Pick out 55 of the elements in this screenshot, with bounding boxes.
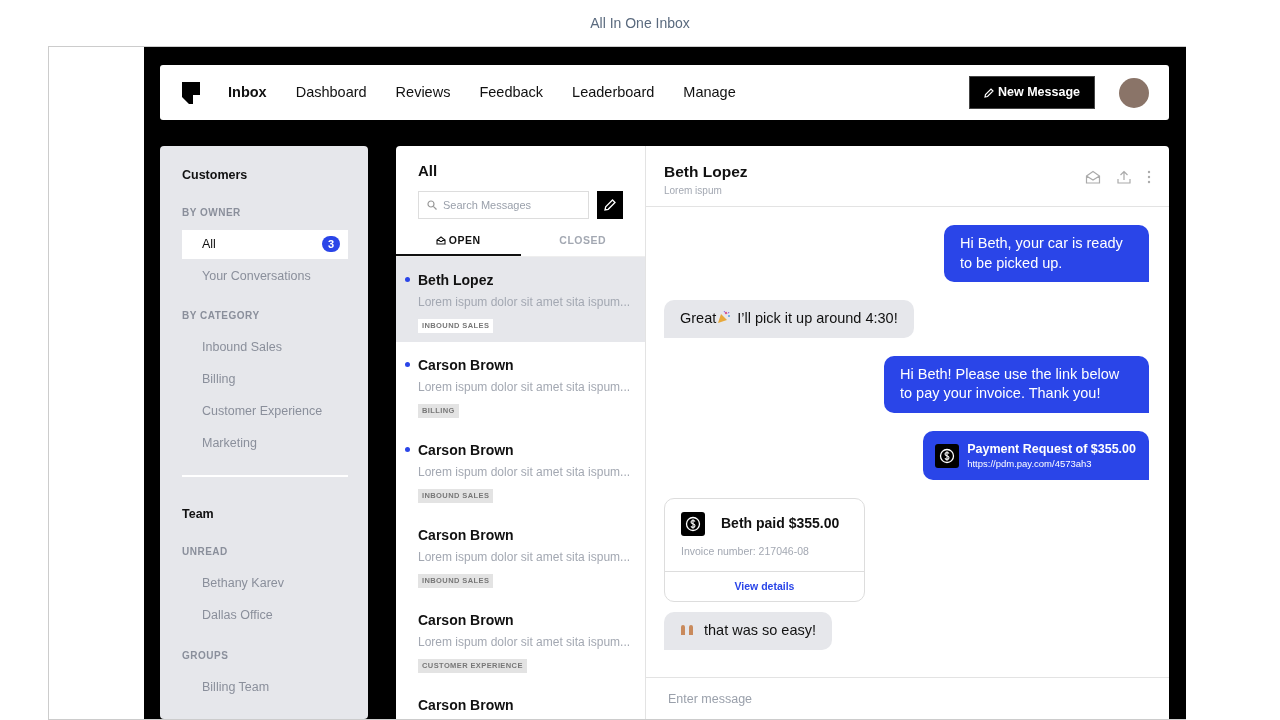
conversation-item[interactable]: Carson Brown [396,682,645,719]
nav-link[interactable]: Inbox [228,81,267,104]
message-preview: Lorem ispum dolor sit amet sita ispum... [418,294,631,312]
count-badge: 3 [321,235,340,253]
sidebar-item[interactable]: All 3 [182,229,348,259]
chat-bubble: that was so easy! [664,612,833,650]
contact-name: Carson Brown [418,611,515,631]
envelope-icon [1085,170,1101,184]
message-preview: Lorem ispum dolor sit amet sita ispum... [418,379,631,397]
view-details-link[interactable]: View details [665,571,864,601]
inbox-tray-icon [435,235,446,245]
chat-bubble: Hi Beth! Please use the link below to pay your invoice. Thank you! [884,355,1149,413]
nav-link[interactable]: Dashboard [295,81,367,104]
contact-name: Carson Brown [418,356,515,376]
pencil-icon [603,197,617,212]
group-heading: BY CATEGORY [182,309,261,324]
payment-link: https://pdm.pay.com/4573ah3 [967,457,1093,471]
nav-link[interactable]: Feedback [479,81,544,104]
group-heading: BY OWNER [182,205,242,220]
more-icon [1147,170,1151,184]
contact-name: Beth Lopez [418,271,495,291]
sidebar-item-label: All [202,235,216,253]
dollar-icon [935,443,960,468]
logo-icon [182,81,200,104]
group-heading: UNREAD [182,545,229,559]
receipt-title: Beth paid $355.00 [721,514,840,533]
search-field[interactable]: Search Messages [418,190,589,219]
payment-request-bubble[interactable]: Payment Request of $355.00 https://pdm.pay.com/4573ah3 [923,430,1149,480]
message-preview: Lorem ispum dolor sit amet sita ispum... [418,549,631,567]
contact-name: Beth Lopez [664,162,748,182]
contact-subtitle: Lorem ispum [664,184,723,199]
contact-name: Carson Brown [418,441,515,461]
message-preview: Lorem ispum dolor sit amet sita ispum... [418,634,631,652]
invoice-number: Invoice number: 217046-08 [681,543,810,559]
contact-name: Carson Brown [418,696,515,716]
new-message-button[interactable]: New Message [969,76,1095,109]
page-title: All In One Inbox [589,13,691,33]
contact-name: Carson Brown [418,526,515,546]
upload-icon [1117,170,1131,184]
nav-link[interactable]: Manage [683,81,736,104]
nav-link[interactable]: Leaderboard [572,81,655,104]
section-title: Team [182,506,215,524]
dollar-icon [681,511,705,536]
compose-button[interactable] [597,190,623,219]
pencil-icon [984,87,994,98]
nav-link[interactable]: Reviews [395,81,451,104]
payment-title: Payment Request of $355.00 [967,440,1136,458]
party-popper-icon [717,310,732,325]
avatar-circle[interactable] [1119,77,1149,108]
list-title: All [418,161,439,181]
chat-bubble: Great I’ll pick it up around 4:30! [664,300,914,338]
chat-bubble: Hi Beth, your car is ready to be picked up. [944,225,1149,283]
section-title: Customers [182,167,249,184]
group-heading: GROUPS [182,648,230,663]
message-preview: Lorem ispum dolor sit amet sita ispum... [418,464,631,482]
